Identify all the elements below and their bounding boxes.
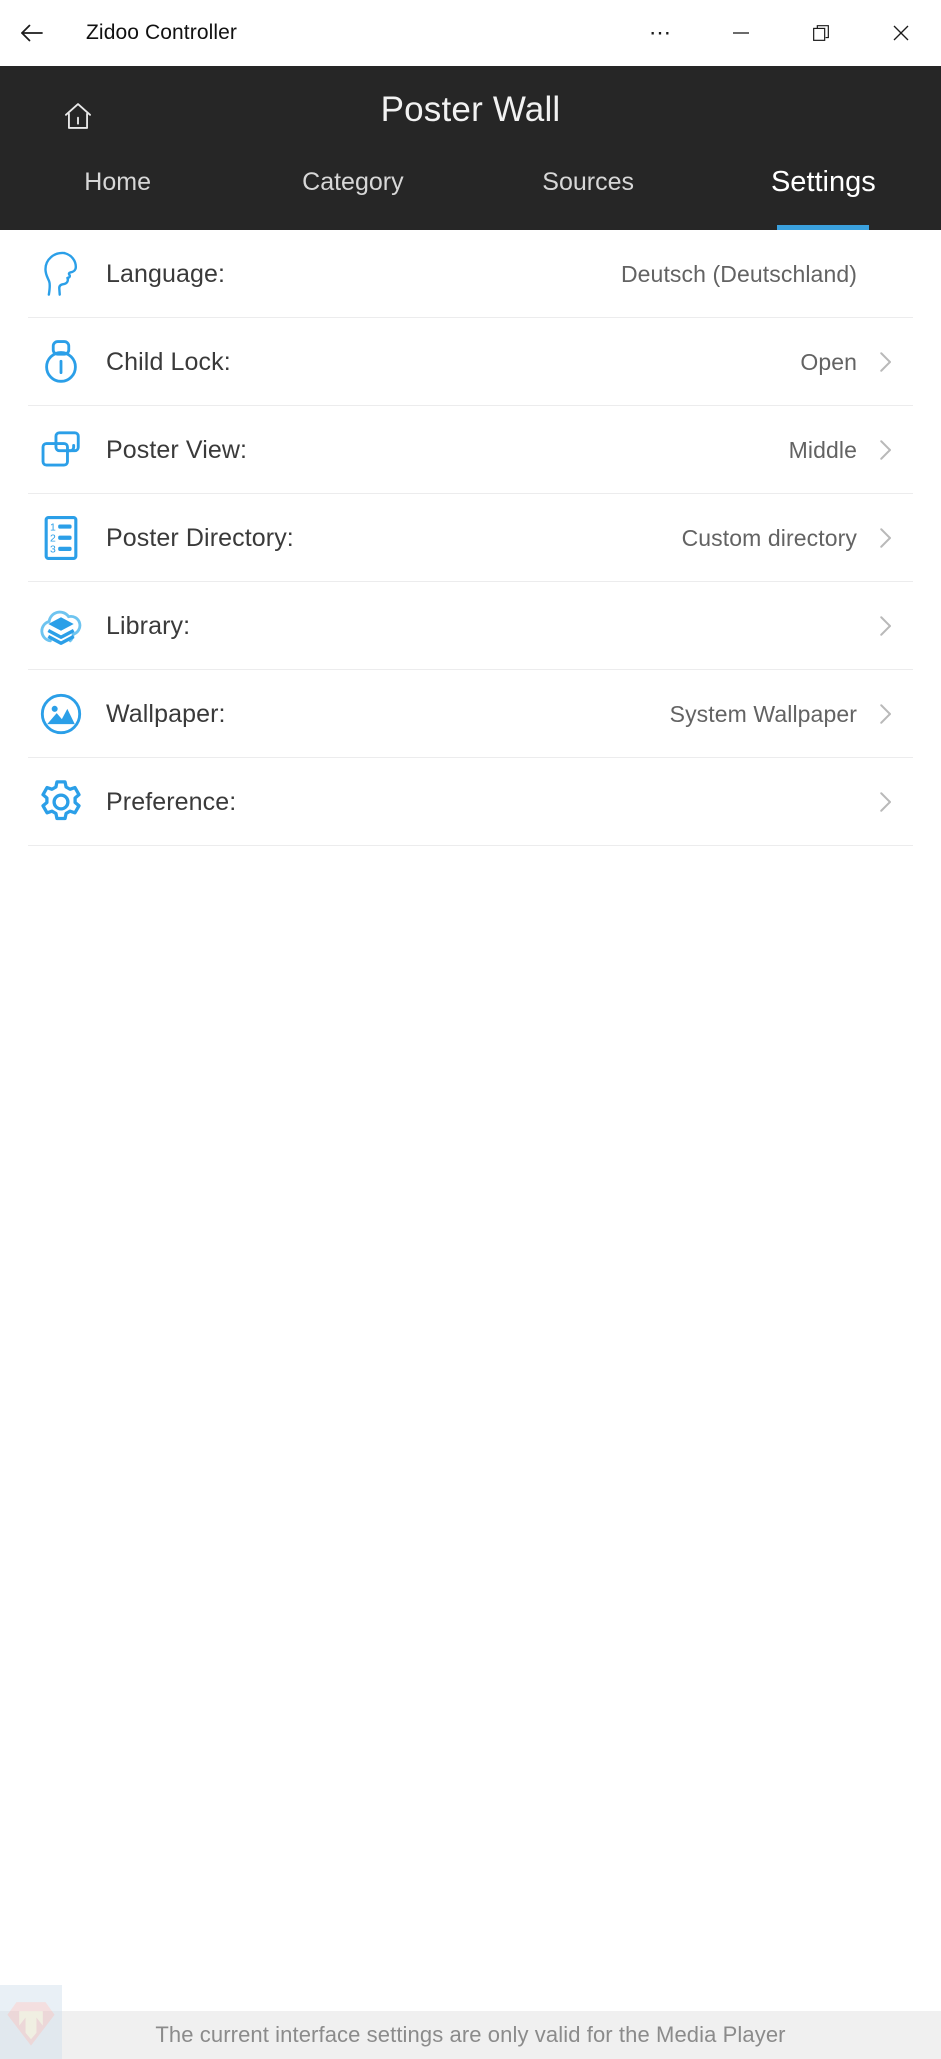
settings-row-poster-view[interactable]: Poster View: Middle — [0, 406, 941, 494]
settings-label: Poster View: — [106, 435, 248, 464]
settings-row-wallpaper[interactable]: Wallpaper: System Wallpaper — [0, 670, 941, 758]
settings-label: Language: — [106, 259, 226, 288]
cloud-layers-icon — [30, 595, 92, 657]
restore-icon[interactable] — [781, 0, 861, 66]
tab-settings-label: Settings — [770, 166, 876, 198]
settings-label: Poster Directory: — [106, 523, 294, 552]
tab-home[interactable]: Home — [0, 166, 235, 230]
svg-text:3: 3 — [50, 545, 56, 556]
tab-sources[interactable]: Sources — [471, 166, 706, 230]
settings-row-language[interactable]: Language: Deutsch (Deutschland) — [0, 230, 941, 318]
gear-icon — [30, 771, 92, 833]
head-profile-icon — [30, 243, 92, 305]
padlock-icon — [30, 331, 92, 393]
tab-bar: Home Category Sources Settings — [0, 166, 941, 230]
numbered-list-icon: 1 2 3 — [30, 507, 92, 569]
diamond-m-logo-icon — [0, 1985, 62, 2059]
settings-label: Wallpaper: — [106, 699, 226, 728]
tab-settings[interactable]: Settings — [706, 166, 941, 230]
tab-category[interactable]: Category — [235, 166, 470, 230]
chevron-right-icon[interactable] — [863, 611, 907, 641]
page-title: Poster Wall — [380, 90, 561, 129]
window-controls: ⋯ — [621, 0, 941, 66]
chevron-right-icon[interactable] — [863, 787, 907, 817]
app-window: Zidoo Controller ⋯ Poster Wall Home Cate… — [0, 0, 941, 2059]
settings-value: System Wallpaper — [669, 700, 857, 727]
chevron-right-icon[interactable] — [863, 435, 907, 465]
tab-home-label: Home — [84, 168, 151, 196]
back-arrow-icon[interactable] — [0, 0, 64, 66]
settings-list: Language: Deutsch (Deutschland) Child Lo… — [0, 230, 941, 846]
tab-category-label: Category — [302, 168, 404, 196]
settings-value: Deutsch (Deutschland) — [620, 260, 857, 287]
settings-row-preference[interactable]: Preference: — [0, 758, 941, 846]
svg-text:2: 2 — [50, 534, 56, 545]
svg-text:1: 1 — [50, 522, 56, 533]
settings-row-poster-directory[interactable]: 1 2 3 Poster Directory: Custom directory — [0, 494, 941, 582]
settings-label: Preference: — [106, 787, 237, 816]
app-header: Poster Wall Home Category Sources Settin… — [0, 66, 941, 230]
tab-sources-label: Sources — [542, 168, 634, 196]
status-message: The current interface settings are only … — [155, 2022, 786, 2047]
minimize-icon[interactable] — [701, 0, 781, 66]
image-circle-icon — [30, 683, 92, 745]
settings-label: Child Lock: — [106, 347, 231, 376]
settings-value: Custom directory — [681, 524, 857, 551]
window-title: Zidoo Controller — [86, 21, 237, 44]
status-bar: The current interface settings are only … — [0, 2011, 941, 2059]
settings-label: Library: — [106, 611, 191, 640]
window-titlebar: Zidoo Controller ⋯ — [0, 0, 941, 66]
more-options-icon[interactable]: ⋯ — [621, 0, 701, 66]
close-icon[interactable] — [861, 0, 941, 66]
settings-row-child-lock[interactable]: Child Lock: Open — [0, 318, 941, 406]
overlapping-windows-icon — [30, 419, 92, 481]
settings-row-library[interactable]: Library: — [0, 582, 941, 670]
chevron-right-icon[interactable] — [863, 347, 907, 377]
chevron-right-icon[interactable] — [863, 523, 907, 553]
settings-value: Open — [800, 348, 857, 375]
chevron-right-icon[interactable] — [863, 699, 907, 729]
settings-value: Middle — [788, 436, 857, 463]
